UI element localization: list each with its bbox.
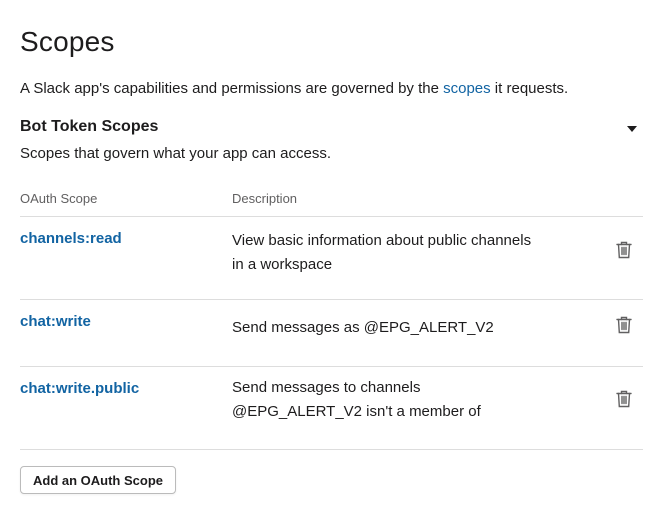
bot-token-scopes-subtitle: Scopes that govern what your app can acc… (20, 145, 332, 162)
trash-icon (616, 390, 632, 408)
description-line: @EPG_ALERT_V2 isn't a member of (232, 403, 481, 420)
table-row: chat:write Send messages as @EPG_ALERT_V… (20, 300, 643, 367)
intro-text-after: it requests. (490, 80, 569, 97)
remove-scope-button[interactable] (613, 388, 635, 410)
trash-icon (616, 241, 632, 259)
bot-token-scopes-title: Bot Token Scopes (20, 118, 159, 135)
trash-icon (616, 316, 632, 334)
table-row: channels:read View basic information abo… (20, 217, 643, 300)
description-line: View basic information about public chan… (232, 232, 532, 249)
scope-name[interactable]: chat:write (20, 313, 91, 330)
header-description: Description (232, 191, 298, 206)
scopes-intro: A Slack app's capabilities and permissio… (20, 79, 568, 99)
page-title: Scopes (20, 26, 115, 57)
scopes-link[interactable]: scopes (443, 80, 491, 97)
table-row: chat:write.public Send messages to chann… (20, 367, 643, 450)
scope-name[interactable]: chat:write.public (20, 380, 139, 397)
header-oauth-scope: OAuth Scope (20, 191, 98, 206)
table-header: OAuth Scope Description (20, 182, 643, 217)
description-line: Send messages as @EPG_ALERT_V2 (232, 319, 494, 336)
scope-name[interactable]: channels:read (20, 230, 122, 247)
section-collapse-toggle[interactable] (624, 121, 640, 137)
add-oauth-scope-button[interactable]: Add an OAuth Scope (20, 466, 176, 494)
remove-scope-button[interactable] (613, 314, 635, 336)
remove-scope-button[interactable] (613, 239, 635, 261)
scope-description: Send messages to channels @EPG_ALERT_V2 … (232, 376, 562, 424)
scopes-table: OAuth Scope Description channels:read Vi… (20, 182, 643, 450)
description-line: in a workspace (232, 256, 333, 273)
scope-description: Send messages as @EPG_ALERT_V2 (232, 316, 562, 340)
scope-description: View basic information about public chan… (232, 229, 562, 277)
caret-down-icon (627, 125, 637, 132)
description-line: Send messages to channels (232, 379, 421, 396)
intro-text-before: A Slack app's capabilities and permissio… (20, 80, 444, 97)
